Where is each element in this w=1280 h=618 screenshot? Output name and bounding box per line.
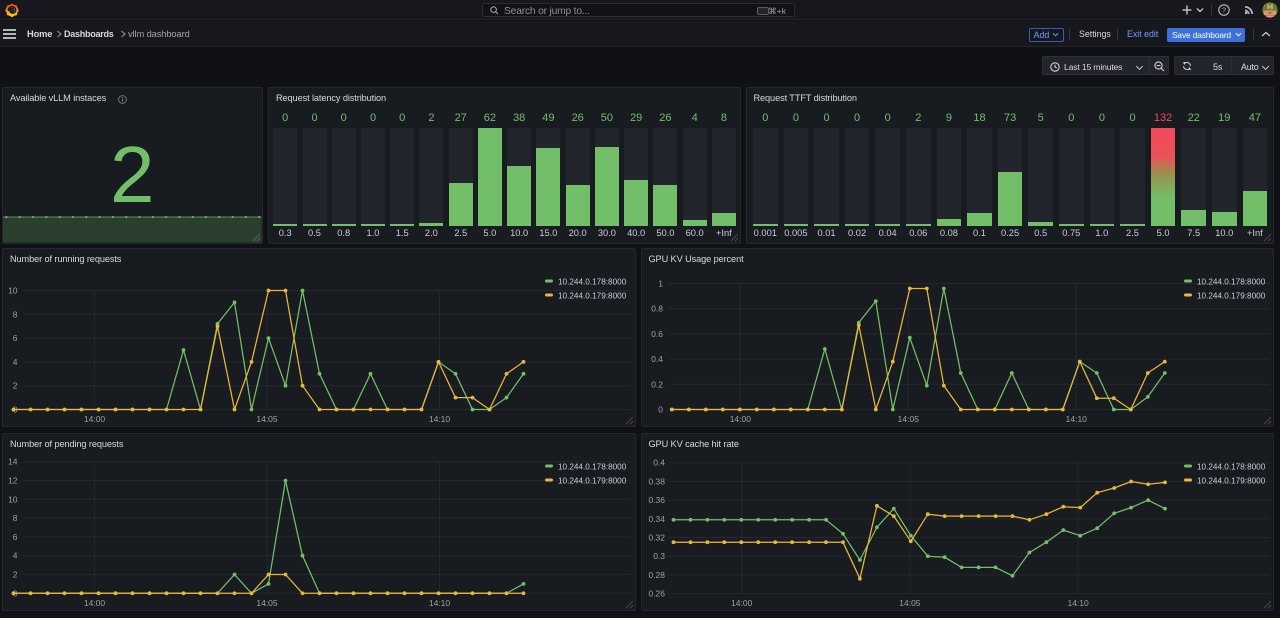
svg-text:1: 1 bbox=[658, 278, 663, 288]
svg-text:10: 10 bbox=[8, 494, 18, 504]
svg-text:10.244.0.179:8000: 10.244.0.179:8000 bbox=[1196, 476, 1265, 485]
svg-text:10.244.0.179:8000: 10.244.0.179:8000 bbox=[1196, 291, 1265, 300]
svg-text:0.36: 0.36 bbox=[648, 495, 665, 505]
svg-text:6: 6 bbox=[13, 333, 18, 343]
svg-text:14:10: 14:10 bbox=[429, 598, 451, 608]
svg-text:0.38: 0.38 bbox=[648, 476, 665, 486]
svg-text:0.4: 0.4 bbox=[651, 354, 663, 364]
svg-text:14:00: 14:00 bbox=[84, 598, 106, 608]
svg-text:10.244.0.178:8000: 10.244.0.178:8000 bbox=[558, 277, 627, 286]
svg-text:10.244.0.178:8000: 10.244.0.178:8000 bbox=[1196, 277, 1265, 286]
svg-text:0.8: 0.8 bbox=[651, 304, 663, 314]
svg-text:14:10: 14:10 bbox=[1067, 598, 1089, 608]
svg-text:14:00: 14:00 bbox=[84, 414, 106, 424]
svg-text:8: 8 bbox=[13, 309, 18, 319]
svg-text:14:05: 14:05 bbox=[897, 414, 919, 424]
svg-text:10.244.0.179:8000: 10.244.0.179:8000 bbox=[558, 476, 627, 485]
svg-text:0.2: 0.2 bbox=[651, 379, 663, 389]
svg-text:14:00: 14:00 bbox=[731, 598, 753, 608]
svg-text:?: ? bbox=[1222, 6, 1226, 15]
svg-text:10: 10 bbox=[8, 285, 18, 295]
svg-text:0: 0 bbox=[658, 404, 663, 414]
svg-text:4: 4 bbox=[13, 551, 18, 561]
svg-text:14:10: 14:10 bbox=[1065, 414, 1087, 424]
svg-text:0.4: 0.4 bbox=[653, 458, 665, 468]
svg-text:14:00: 14:00 bbox=[729, 414, 751, 424]
svg-text:14:05: 14:05 bbox=[899, 598, 921, 608]
svg-text:10.244.0.178:8000: 10.244.0.178:8000 bbox=[1196, 462, 1265, 471]
svg-text:12: 12 bbox=[8, 475, 18, 485]
svg-text:10.244.0.179:8000: 10.244.0.179:8000 bbox=[558, 291, 627, 300]
svg-text:0.32: 0.32 bbox=[648, 532, 665, 542]
svg-text:0.3: 0.3 bbox=[653, 551, 665, 561]
svg-text:0.6: 0.6 bbox=[651, 329, 663, 339]
svg-text:6: 6 bbox=[13, 532, 18, 542]
svg-text:14:05: 14:05 bbox=[256, 598, 278, 608]
svg-text:2: 2 bbox=[13, 569, 18, 579]
svg-text:10.244.0.178:8000: 10.244.0.178:8000 bbox=[558, 462, 627, 471]
svg-text:8: 8 bbox=[13, 513, 18, 523]
svg-text:4: 4 bbox=[13, 357, 18, 367]
svg-text:14: 14 bbox=[8, 457, 18, 467]
svg-text:0.26: 0.26 bbox=[648, 589, 665, 599]
svg-text:0.28: 0.28 bbox=[648, 570, 665, 580]
svg-text:14:05: 14:05 bbox=[256, 414, 278, 424]
svg-text:0.34: 0.34 bbox=[648, 514, 665, 524]
svg-text:2: 2 bbox=[13, 381, 18, 391]
svg-text:14:10: 14:10 bbox=[429, 414, 451, 424]
